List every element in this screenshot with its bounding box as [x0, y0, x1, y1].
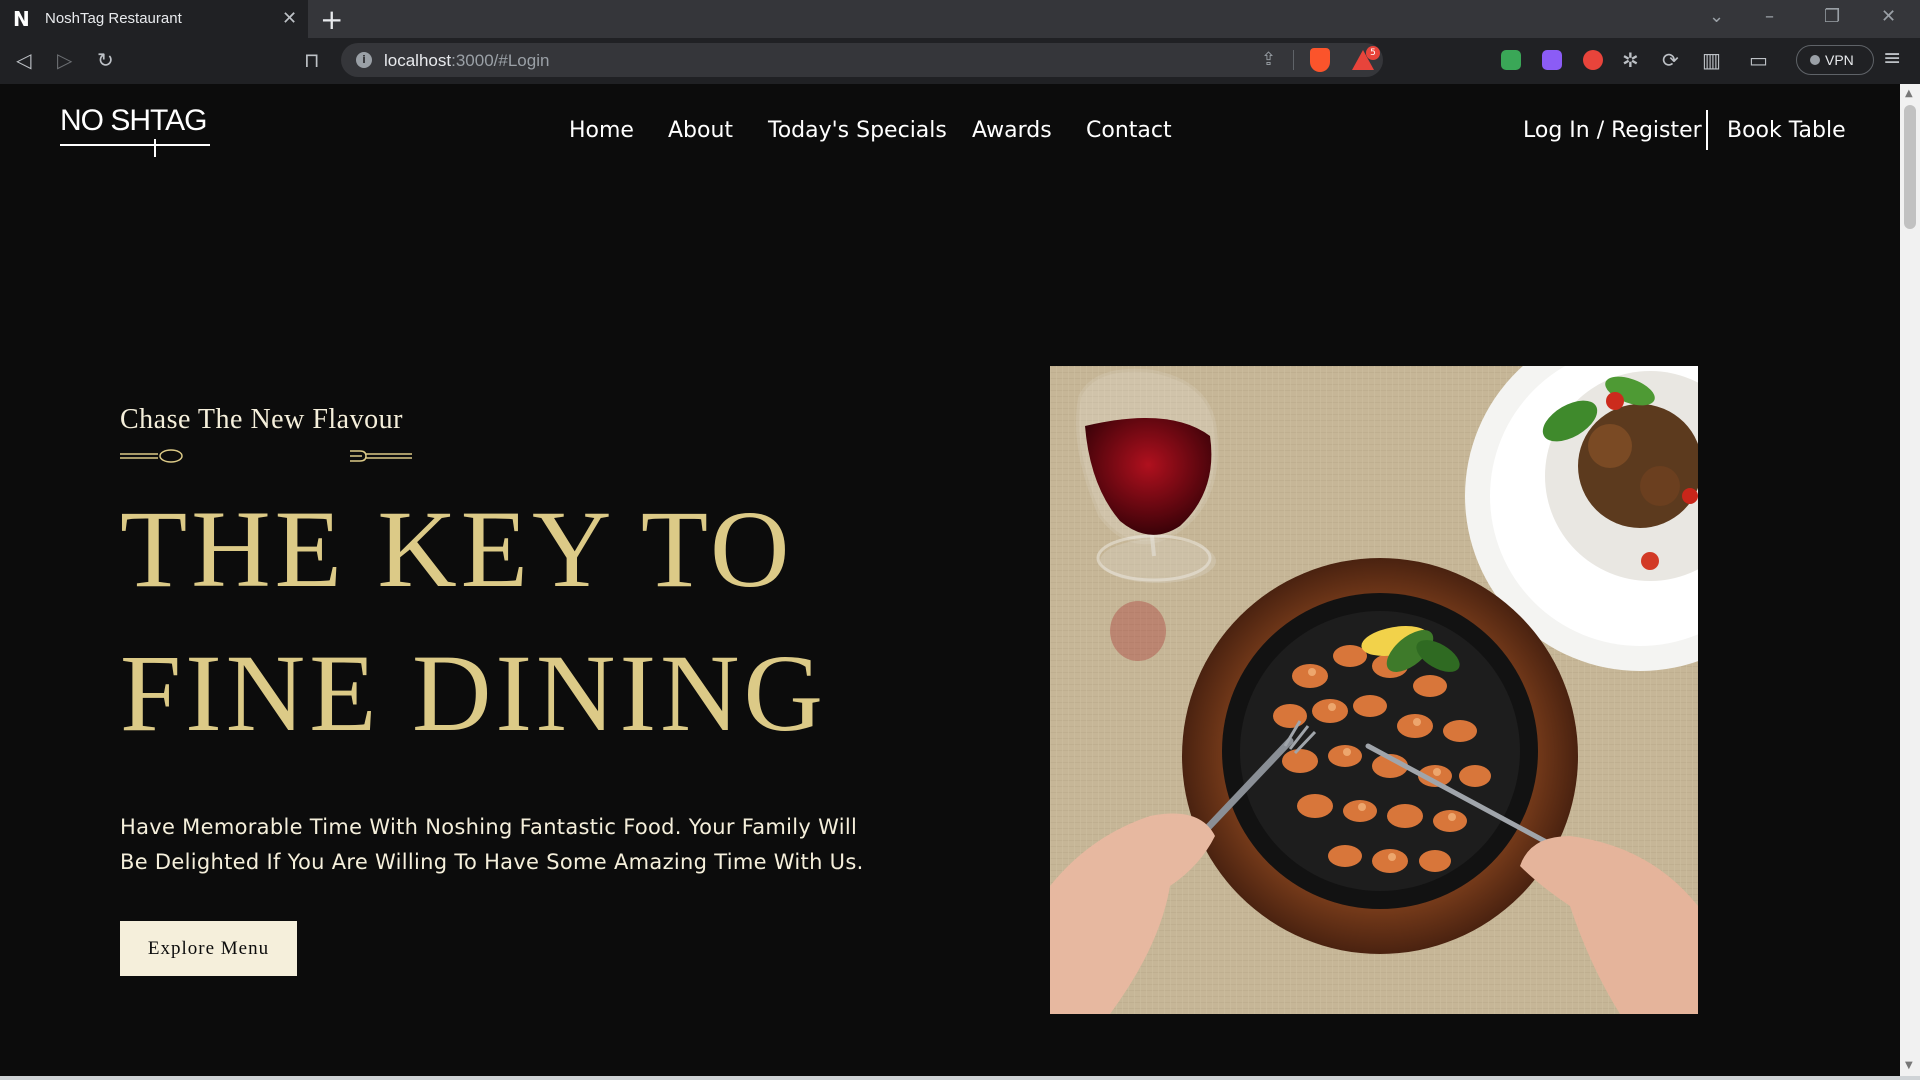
sync-icon[interactable]: ⟳	[1662, 48, 1679, 72]
hero-food-image	[1050, 366, 1698, 1014]
wallet-icon[interactable]: ▭	[1749, 48, 1768, 72]
scroll-up-icon[interactable]: ▲	[1905, 88, 1913, 99]
nav-awards[interactable]: Awards	[972, 118, 1052, 143]
brave-shield-icon[interactable]	[1310, 48, 1330, 72]
extension-purple-icon[interactable]	[1542, 50, 1562, 70]
page-content: NO SHTAG Home About Today's Specials Awa…	[0, 84, 1900, 1076]
share-icon[interactable]: ⇪	[1261, 49, 1276, 70]
site-info-icon[interactable]: i	[356, 52, 372, 68]
nav-todays-specials[interactable]: Today's Specials	[768, 118, 947, 143]
browser-toolbar: ◁ ▷ ↻ ⊓ i localhost:3000/#Login ⇪ 5 ✲ ⟳ …	[0, 38, 1920, 84]
site-logo[interactable]: NO SHTAG	[60, 104, 210, 157]
fork-ornament-icon	[350, 450, 412, 462]
sidebar-icon[interactable]: ▥	[1702, 48, 1721, 72]
spoon-ornament-icon	[120, 449, 183, 463]
nav-home[interactable]: Home	[569, 118, 634, 143]
omnibox-divider	[1293, 50, 1294, 70]
tab-title: NoshTag Restaurant	[45, 10, 182, 27]
logo-text: NO SHTAG	[60, 104, 207, 137]
logo-fork-icon	[154, 139, 156, 157]
book-table-link[interactable]: Book Table	[1727, 118, 1846, 143]
hero-description: Have Memorable Time With Noshing Fantast…	[120, 815, 864, 874]
bookmark-icon[interactable]: ⊓	[304, 48, 320, 72]
back-icon[interactable]: ◁	[16, 48, 31, 72]
restore-icon[interactable]: ❐	[1824, 6, 1840, 27]
reload-icon[interactable]: ↻	[97, 48, 114, 72]
url-text[interactable]: localhost:3000/#Login	[384, 51, 549, 71]
nav-about[interactable]: About	[668, 118, 733, 143]
forward-icon[interactable]: ▷	[57, 48, 72, 72]
nav-contact[interactable]: Contact	[1086, 118, 1172, 143]
site-favicon-icon: N	[13, 7, 30, 31]
hero-headline-line2: FINE DINING	[120, 632, 827, 754]
extensions-icon[interactable]: ✲	[1622, 48, 1639, 72]
scrollbar-thumb[interactable]	[1904, 105, 1916, 229]
extension-green-icon[interactable]	[1501, 50, 1521, 70]
new-tab-icon[interactable]: +	[320, 3, 343, 36]
menu-icon[interactable]: ≡	[1883, 46, 1901, 71]
tab-strip: N NoshTag Restaurant ✕ + ⌄ – ❐ ✕	[0, 0, 1920, 38]
minimize-icon[interactable]: –	[1765, 6, 1774, 27]
address-bar[interactable]: i localhost:3000/#Login ⇪ 5	[341, 43, 1383, 77]
page-scrollbar[interactable]: ▲ ▼	[1900, 84, 1920, 1076]
login-register-link[interactable]: Log In / Register	[1523, 118, 1702, 143]
window-bottom-edge	[0, 1076, 1920, 1080]
rewards-count-badge: 5	[1366, 46, 1380, 60]
window-close-icon[interactable]: ✕	[1881, 6, 1896, 27]
hero-subtitle: Chase The New Flavour	[120, 404, 403, 435]
nav-divider	[1706, 110, 1708, 150]
tab-search-icon[interactable]: ⌄	[1709, 6, 1724, 27]
hero-headline-line1: THE KEY TO	[120, 488, 794, 610]
extension-red-icon[interactable]	[1583, 50, 1603, 70]
explore-menu-button[interactable]: Explore Menu	[120, 921, 297, 976]
tab-active[interactable]: N NoshTag Restaurant ✕	[0, 0, 308, 38]
logo-underline	[60, 144, 210, 146]
vpn-button[interactable]: VPN	[1796, 45, 1874, 75]
scroll-down-icon[interactable]: ▼	[1905, 1060, 1913, 1071]
tab-close-icon[interactable]: ✕	[282, 8, 297, 29]
